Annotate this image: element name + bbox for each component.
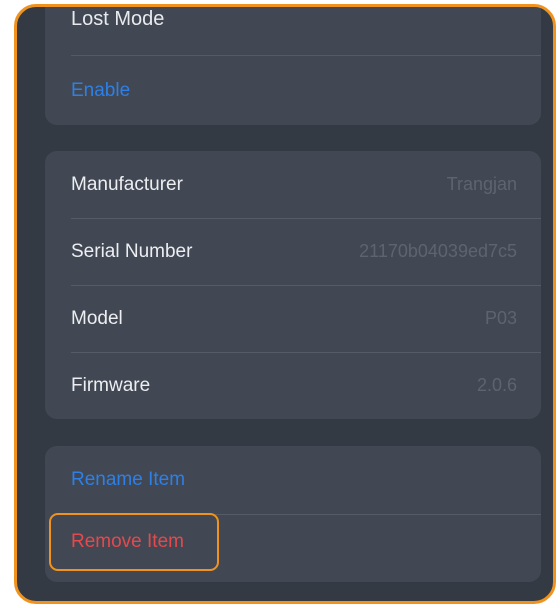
info-value: 2.0.6 xyxy=(476,375,517,395)
info-label: Serial Number xyxy=(71,240,193,262)
info-value: P03 xyxy=(484,308,517,328)
lost-mode-title: Lost Mode xyxy=(71,9,165,30)
item-details-panel: Lost Mode Enable Manufacturer Trangjan S… xyxy=(14,4,556,604)
info-row-manufacturer: Manufacturer Trangjan xyxy=(71,151,517,218)
item-actions-card: Rename Item Remove Item xyxy=(45,446,541,582)
info-label: Model xyxy=(71,307,123,329)
device-info-card: Manufacturer Trangjan Serial Number 2117… xyxy=(45,151,541,419)
rename-item-button[interactable]: Rename Item xyxy=(71,468,185,492)
info-label: Manufacturer xyxy=(71,173,183,195)
info-value: 21170b04039ed7c5 xyxy=(359,241,517,261)
info-label: Firmware xyxy=(71,374,151,396)
info-row-model: Model P03 xyxy=(71,285,517,352)
info-value: Trangjan xyxy=(446,174,517,194)
divider xyxy=(71,55,541,56)
lost-mode-card: Lost Mode Enable xyxy=(45,7,541,125)
info-row-serial-number: Serial Number 21170b04039ed7c5 xyxy=(71,218,517,285)
remove-item-button[interactable]: Remove Item xyxy=(49,513,219,571)
info-row-firmware: Firmware 2.0.6 xyxy=(71,352,517,419)
enable-lost-mode-button[interactable]: Enable xyxy=(71,79,130,103)
